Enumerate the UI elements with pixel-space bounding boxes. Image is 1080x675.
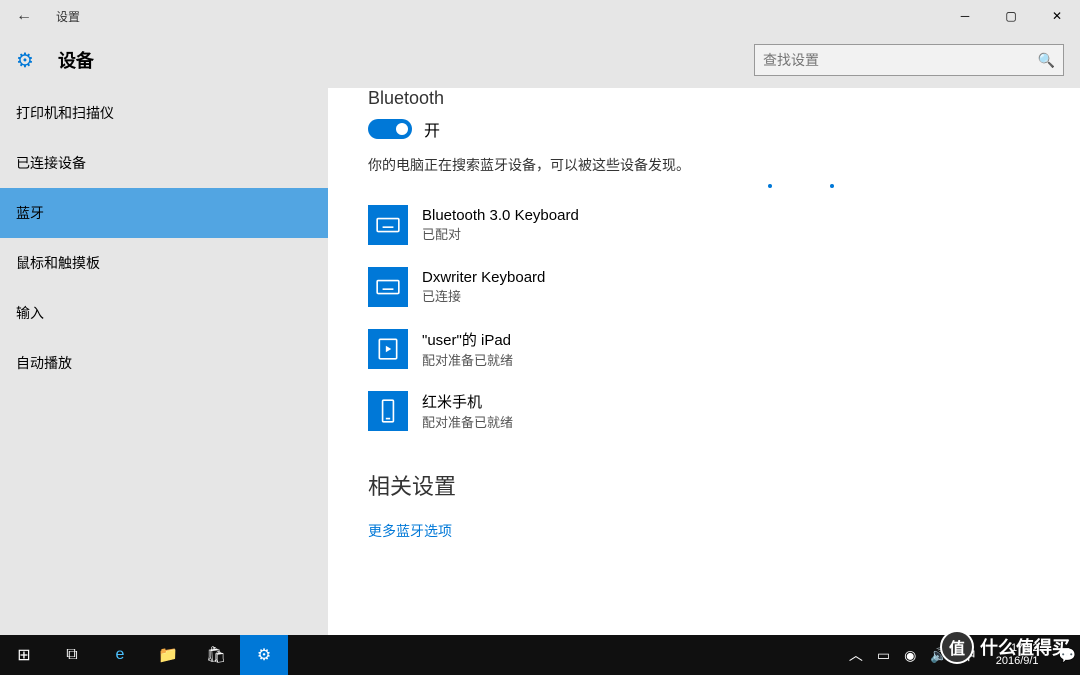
header-label: 设备 (58, 47, 94, 73)
device-status: 已连接 (422, 286, 545, 305)
content: Bluetooth 开 你的电脑正在搜索蓝牙设备，可以被这些设备发现。 Blue… (328, 88, 1080, 635)
device-status: 已配对 (422, 224, 579, 243)
device-item[interactable]: 红米手机 配对准备已就绪 (368, 391, 1040, 431)
device-name: Dxwriter Keyboard (422, 269, 545, 286)
start-button[interactable]: ⊞ (0, 635, 48, 675)
device-status: 配对准备已就绪 (422, 412, 513, 431)
device-item[interactable]: Bluetooth 3.0 Keyboard 已配对 (368, 205, 1040, 245)
toggle-label: 开 (424, 117, 440, 141)
clock[interactable]: 17:52 2016/9/1 (990, 642, 1045, 668)
tablet-icon (368, 329, 408, 369)
search-input[interactable] (763, 52, 1038, 68)
sidebar-item-connected[interactable]: 已连接设备 (0, 138, 328, 188)
store-button[interactable]: 🛍 (192, 635, 240, 675)
keyboard-icon (368, 205, 408, 245)
related-settings-title: 相关设置 (368, 469, 1040, 501)
settings-taskbar-button[interactable]: ⚙ (240, 635, 288, 675)
close-button[interactable]: ✕ (1034, 0, 1080, 32)
sidebar: 打印机和扫描仪 已连接设备 蓝牙 鼠标和触摸板 输入 自动播放 (0, 88, 328, 635)
loading-dots (768, 184, 834, 188)
notifications-icon[interactable]: 💬 (1059, 647, 1076, 664)
device-status: 配对准备已就绪 (422, 350, 513, 369)
wifi-icon[interactable]: ◉ (904, 647, 916, 664)
system-tray[interactable]: ︿ ▭ ◉ 🔊 中 17:52 2016/9/1 💬 (849, 642, 1080, 668)
device-name: 红米手机 (422, 391, 513, 412)
search-box[interactable]: 🔍 (754, 44, 1064, 76)
search-icon: 🔍 (1038, 52, 1055, 69)
device-name: Bluetooth 3.0 Keyboard (422, 207, 579, 224)
minimize-button[interactable]: ─ (942, 0, 988, 32)
tray-chevron-icon[interactable]: ︿ (849, 645, 863, 665)
sidebar-item-autoplay[interactable]: 自动播放 (0, 338, 328, 388)
sidebar-item-typing[interactable]: 输入 (0, 288, 328, 338)
maximize-button[interactable]: ▢ (988, 0, 1034, 32)
ime-icon[interactable]: 中 (962, 645, 976, 665)
section-title: Bluetooth (368, 88, 1040, 109)
battery-icon[interactable]: ▭ (877, 647, 890, 664)
keyboard-icon (368, 267, 408, 307)
sidebar-item-printers[interactable]: 打印机和扫描仪 (0, 88, 328, 138)
header: ⚙ 设备 🔍 (0, 32, 1080, 88)
explorer-button[interactable]: 📁 (144, 635, 192, 675)
back-button[interactable]: ← (0, 7, 48, 25)
bluetooth-description: 你的电脑正在搜索蓝牙设备，可以被这些设备发现。 (368, 155, 1040, 175)
gear-icon: ⚙ (16, 48, 34, 73)
more-bluetooth-options-link[interactable]: 更多蓝牙选项 (368, 521, 1040, 541)
sidebar-item-mouse[interactable]: 鼠标和触摸板 (0, 238, 328, 288)
volume-icon[interactable]: 🔊 (930, 647, 947, 664)
bluetooth-toggle[interactable] (368, 119, 412, 139)
titlebar: ← 设置 ─ ▢ ✕ (0, 0, 1080, 32)
window-title: 设置 (56, 8, 80, 25)
sidebar-item-bluetooth[interactable]: 蓝牙 (0, 188, 328, 238)
device-name: "user"的 iPad (422, 329, 513, 350)
edge-button[interactable]: e (96, 635, 144, 675)
taskbar: ⊞ ⧉ e 📁 🛍 ⚙ ︿ ▭ ◉ 🔊 中 17:52 2016/9/1 💬 (0, 635, 1080, 675)
device-item[interactable]: Dxwriter Keyboard 已连接 (368, 267, 1040, 307)
taskview-button[interactable]: ⧉ (48, 635, 96, 675)
phone-icon (368, 391, 408, 431)
device-item[interactable]: "user"的 iPad 配对准备已就绪 (368, 329, 1040, 369)
